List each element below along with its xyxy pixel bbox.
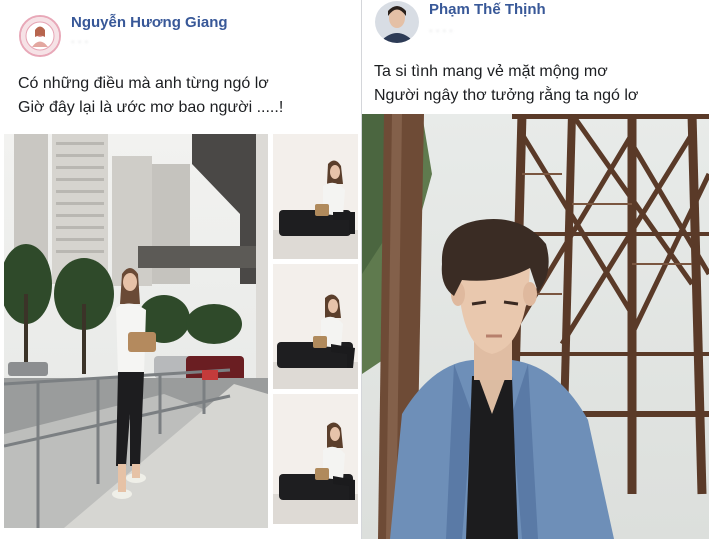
right-post-line-2: Người ngây thơ tưởng rằng ta ngó lơ bbox=[374, 87, 639, 104]
left-post-text: Có những điều mà anh từng ngó lơ Giờ đây… bbox=[18, 72, 283, 120]
left-post-header: Nguyễn Hương Giang · · · bbox=[0, 0, 361, 60]
right-author-avatar[interactable] bbox=[375, 1, 419, 43]
right-post: Phạm Thế Thịnh · · · · Ta si tình mang v… bbox=[362, 0, 709, 539]
bench-photo-2[interactable] bbox=[273, 264, 358, 389]
right-author-name[interactable]: Phạm Thế Thịnh bbox=[429, 1, 546, 18]
left-post-line-2: Giờ đây lại là ước mơ bao người .....! bbox=[18, 99, 284, 116]
left-post-meta: · · · bbox=[71, 36, 89, 48]
right-post-header: Phạm Thế Thịnh · · · · bbox=[362, 0, 709, 60]
right-post-meta: · · · · bbox=[429, 25, 453, 37]
main-street-photo[interactable] bbox=[4, 134, 268, 528]
left-author-name[interactable]: Nguyễn Hương Giang bbox=[71, 14, 228, 31]
right-post-text: Ta si tình mang vẻ mặt mộng mơ Người ngâ… bbox=[374, 60, 638, 108]
left-post-line-1: Có những điều mà anh từng ngó lơ bbox=[18, 75, 269, 92]
bench-photo-3[interactable] bbox=[273, 394, 358, 524]
left-post: Nguyễn Hương Giang · · · Có những điều m… bbox=[0, 0, 361, 539]
left-author-avatar[interactable] bbox=[19, 15, 61, 57]
bench-photo-1[interactable] bbox=[273, 134, 358, 259]
right-post-line-1: Ta si tình mang vẻ mặt mộng mơ bbox=[374, 63, 608, 80]
bridge-portrait-photo[interactable] bbox=[362, 114, 709, 539]
